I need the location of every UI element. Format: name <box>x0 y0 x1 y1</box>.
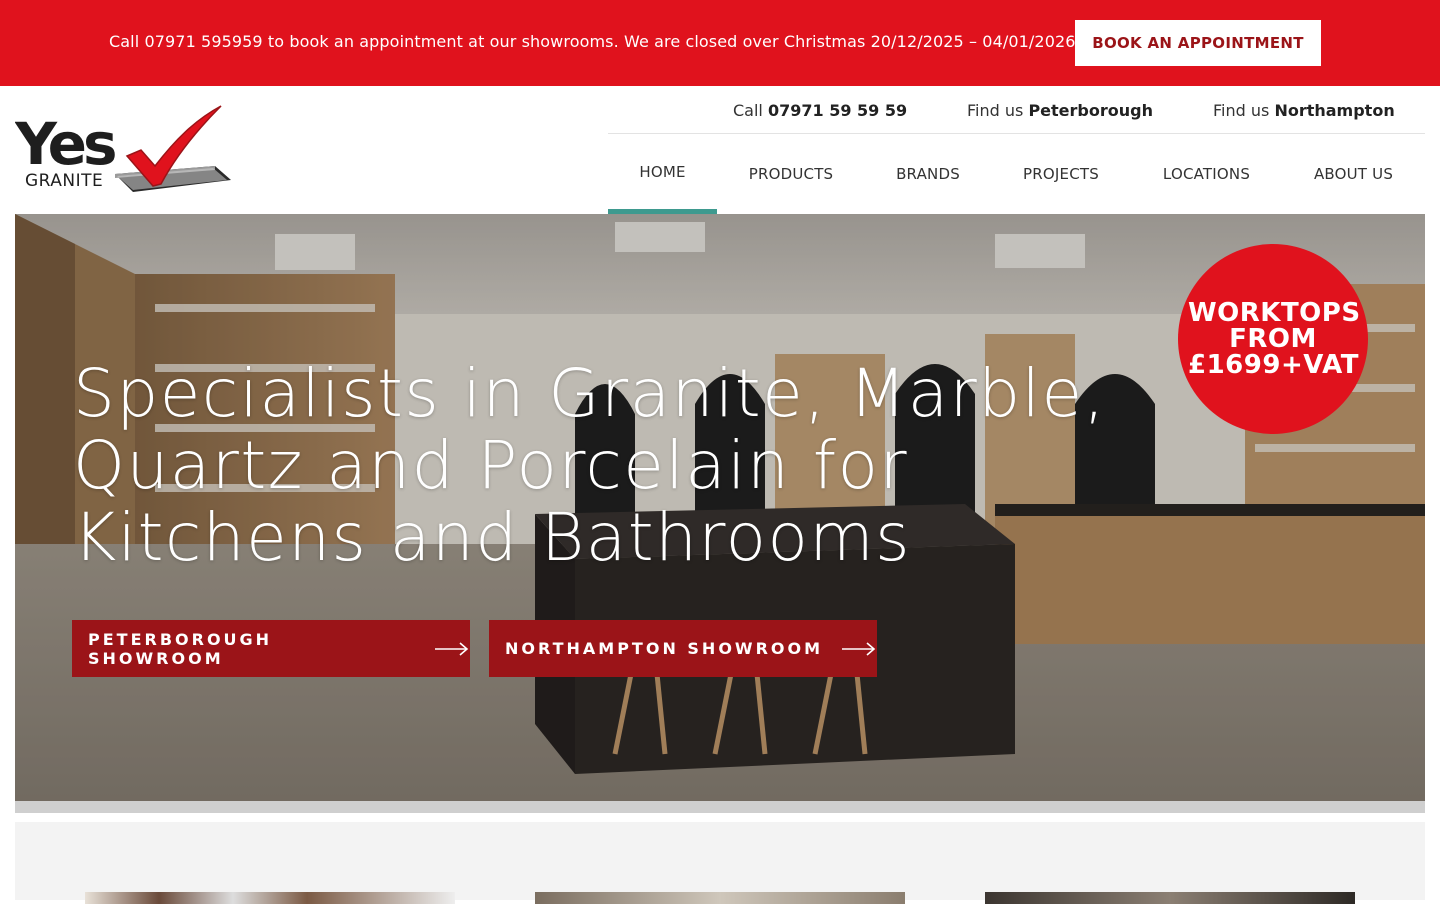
main-nav: HOME PRODUCTS BRANDS PROJECTS LOCATIONS … <box>608 134 1425 214</box>
logo-wordmark: Yes <box>15 110 115 178</box>
call-link[interactable]: Call 07971 59 59 59 <box>733 101 907 120</box>
arrow-right-icon <box>435 641 469 656</box>
feature-card-image[interactable] <box>85 892 455 904</box>
featured-section <box>15 822 1425 904</box>
button-label: NORTHAMPTON SHOWROOM <box>505 639 824 658</box>
feature-card-image[interactable] <box>535 892 905 904</box>
hero-divider <box>15 801 1425 813</box>
find-prefix: Find us <box>967 101 1024 120</box>
announcement-bar: Call 07971 595959 to book an appointment… <box>0 0 1440 86</box>
nav-item-about-us[interactable]: ABOUT US <box>1300 134 1407 214</box>
nav-item-locations[interactable]: LOCATIONS <box>1148 134 1265 214</box>
announcement-text: Call 07971 595959 to book an appointment… <box>109 32 1076 51</box>
call-prefix: Call <box>733 101 763 120</box>
nav-item-brands[interactable]: BRANDS <box>882 134 974 214</box>
hero-banner: Specialists in Granite, Marble, Quartz a… <box>15 214 1425 801</box>
book-appointment-button[interactable]: BOOK AN APPOINTMENT <box>1075 20 1321 66</box>
arrow-right-icon <box>842 641 876 656</box>
nav-item-products[interactable]: PRODUCTS <box>732 134 850 214</box>
logo-subtext: GRANITE <box>25 171 103 191</box>
find-peterborough-link[interactable]: Find us Peterborough <box>967 101 1153 120</box>
worktops-price-badge: WORKTOPS FROM £1699+VAT <box>1178 244 1368 434</box>
feature-card-image[interactable] <box>985 892 1355 904</box>
nav-item-projects[interactable]: PROJECTS <box>1010 134 1112 214</box>
northampton-showroom-button[interactable]: NORTHAMPTON SHOWROOM <box>489 620 877 677</box>
find-place: Northampton <box>1274 101 1395 120</box>
peterborough-showroom-button[interactable]: PETERBOROUGH SHOWROOM <box>72 620 470 677</box>
find-place: Peterborough <box>1028 101 1153 120</box>
yes-granite-logo[interactable]: Yes GRANITE <box>14 104 235 196</box>
nav-item-home[interactable]: HOME <box>608 134 717 214</box>
logo-graphic: Yes GRANITE <box>14 105 231 192</box>
call-number: 07971 59 59 59 <box>767 101 908 120</box>
badge-text: WORKTOPS FROM £1699+VAT <box>1188 298 1361 380</box>
button-label: PETERBOROUGH SHOWROOM <box>88 629 273 668</box>
hero-headline: Specialists in Granite, Marble, Quartz a… <box>73 355 1107 576</box>
contact-bar: Call 07971 59 59 59 Find us Peterborough… <box>608 86 1425 134</box>
find-northampton-link[interactable]: Find us Northampton <box>1213 101 1395 120</box>
find-prefix: Find us <box>1213 101 1270 120</box>
